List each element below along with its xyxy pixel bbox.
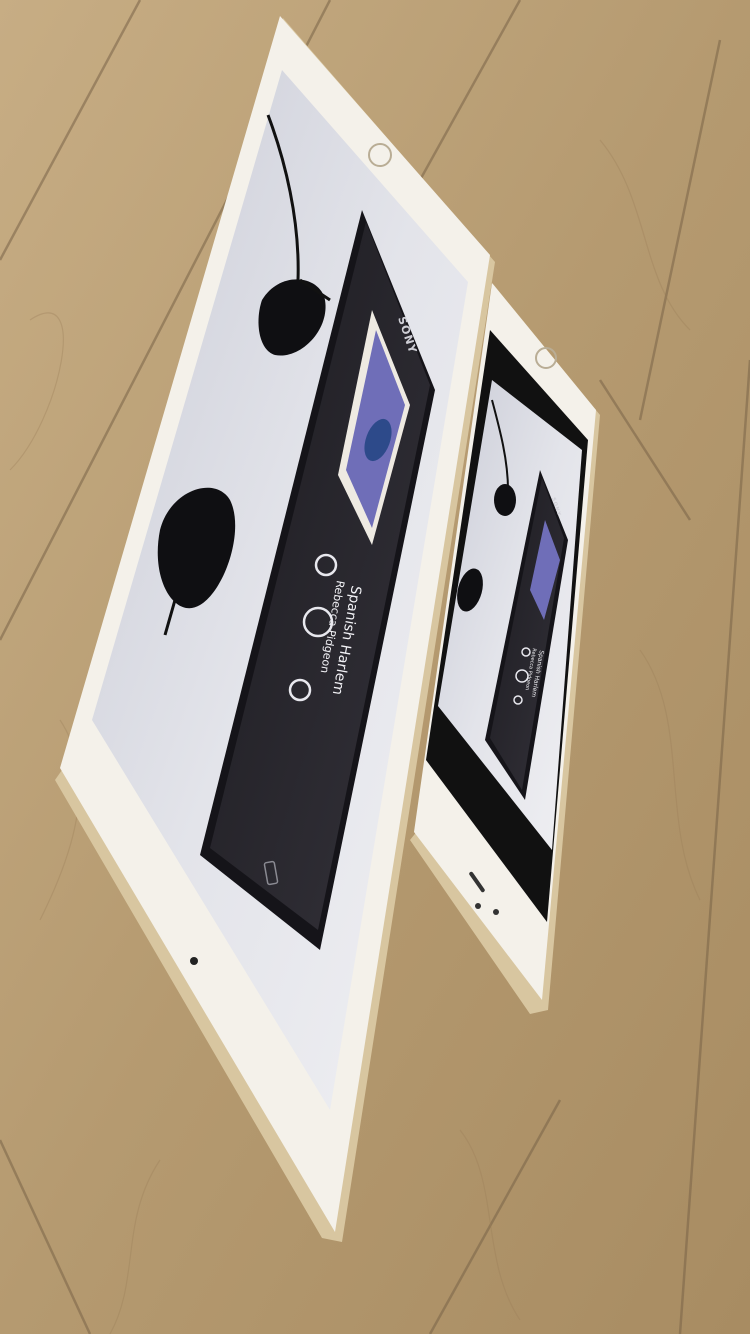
scene-svg: SONY Spanish Harlem Rebecca Pidgeon SONY… — [0, 0, 750, 1334]
phone-front-camera — [475, 903, 481, 909]
phone-earbud-upper — [494, 484, 516, 516]
tablet-camera — [190, 957, 198, 965]
phone-sensor — [493, 909, 499, 915]
photo-scene: SONY Spanish Harlem Rebecca Pidgeon SONY… — [0, 0, 750, 1334]
